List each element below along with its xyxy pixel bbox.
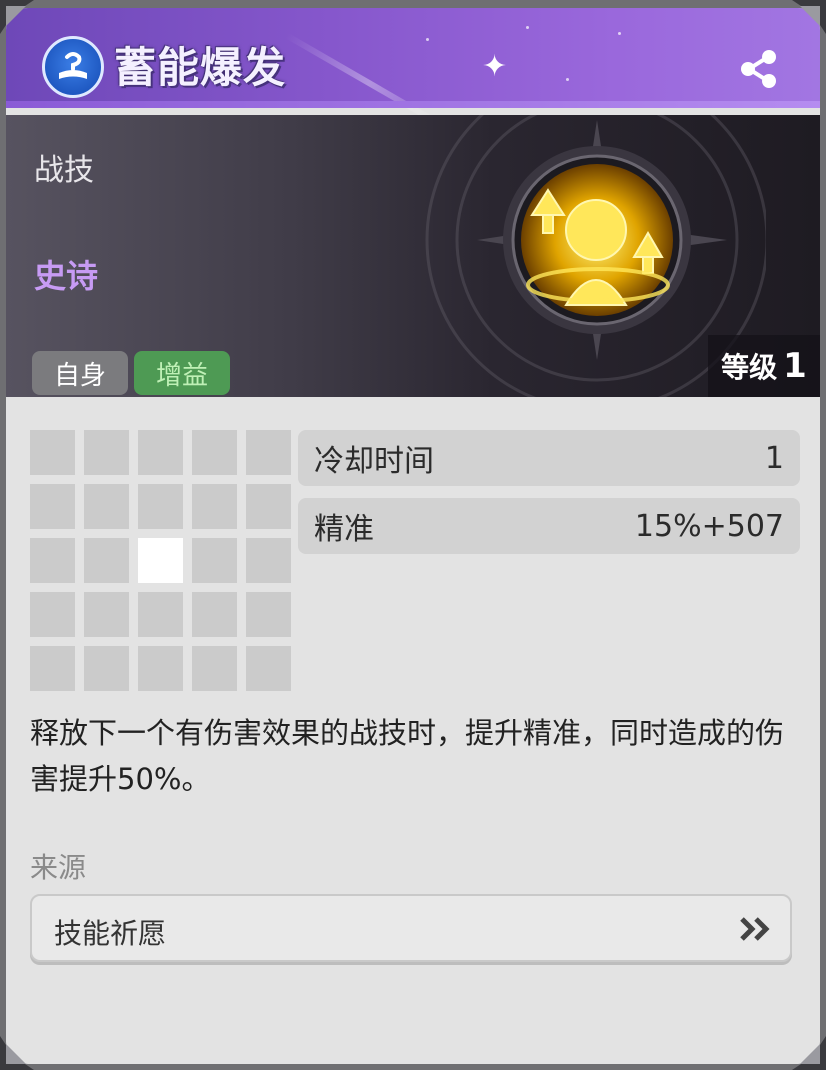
range-cell-target	[138, 538, 183, 583]
range-cell	[84, 646, 129, 691]
star-dot	[526, 26, 529, 29]
share-icon	[741, 50, 776, 88]
range-cell	[192, 484, 237, 529]
sparkle-icon: ✦	[482, 49, 508, 84]
stat-value: 15%+507	[634, 508, 784, 544]
range-cell	[84, 484, 129, 529]
range-cell	[138, 592, 183, 637]
skill-emblem	[425, 115, 766, 397]
range-cell	[84, 538, 129, 583]
skill-book-icon	[42, 36, 104, 98]
star-dot	[426, 38, 429, 41]
tag-buff: 增益	[134, 351, 230, 395]
range-cell	[30, 646, 75, 691]
range-cell	[138, 484, 183, 529]
level-label: 等级	[721, 351, 778, 384]
range-cell	[84, 430, 129, 475]
range-cell	[138, 646, 183, 691]
stat-label: 精准	[314, 512, 374, 547]
level-badge: 等级 1	[708, 335, 820, 397]
star-dot	[566, 78, 569, 81]
source-button-label: 技能祈愿	[54, 917, 167, 950]
title-bar: ✦ 蓄能爆发	[6, 8, 820, 134]
range-cell	[84, 592, 129, 637]
skill-title: 蓄能爆发	[114, 43, 287, 92]
range-cell	[246, 592, 291, 637]
range-cell	[192, 538, 237, 583]
stat-label: 冷却时间	[314, 444, 434, 479]
range-cell	[192, 592, 237, 637]
range-cell	[192, 646, 237, 691]
skill-type-label: 战技	[34, 153, 94, 188]
stat-row-accuracy: 精准 15%+507	[298, 498, 800, 554]
range-cell	[246, 646, 291, 691]
source-label: 来源	[30, 851, 87, 884]
stat-value: 1	[764, 440, 784, 476]
star-dot	[618, 32, 621, 35]
tag-self: 自身	[32, 351, 128, 395]
range-cell	[30, 484, 75, 529]
share-button[interactable]	[738, 48, 780, 90]
skill-detail-card: ✦ 蓄能爆发 战技 史诗 自身 增益 等级 1 冷却时间 1 精准 15%+50…	[6, 8, 820, 1064]
range-cell	[246, 484, 291, 529]
source-button[interactable]: 技能祈愿	[30, 894, 792, 962]
frame-corner-icon	[0, 0, 34, 34]
frame-corner-icon	[0, 1036, 34, 1070]
stat-row-cooldown: 冷却时间 1	[298, 430, 800, 486]
rarity-label: 史诗	[34, 257, 99, 295]
range-cell	[192, 430, 237, 475]
frame-corner-icon	[792, 0, 826, 34]
range-cell	[138, 430, 183, 475]
range-cell	[30, 592, 75, 637]
range-cell	[246, 430, 291, 475]
range-cell	[30, 538, 75, 583]
level-value: 1	[783, 346, 807, 386]
frame-corner-icon	[792, 1036, 826, 1070]
skill-description: 释放下一个有伤害效果的战技时，提升精准，同时造成的伤害提升50%。	[30, 716, 785, 796]
range-cell	[30, 430, 75, 475]
double-chevron-right-icon	[740, 917, 770, 941]
range-cell	[246, 538, 291, 583]
skill-banner: 战技 史诗 自身 增益 等级 1	[6, 115, 820, 397]
